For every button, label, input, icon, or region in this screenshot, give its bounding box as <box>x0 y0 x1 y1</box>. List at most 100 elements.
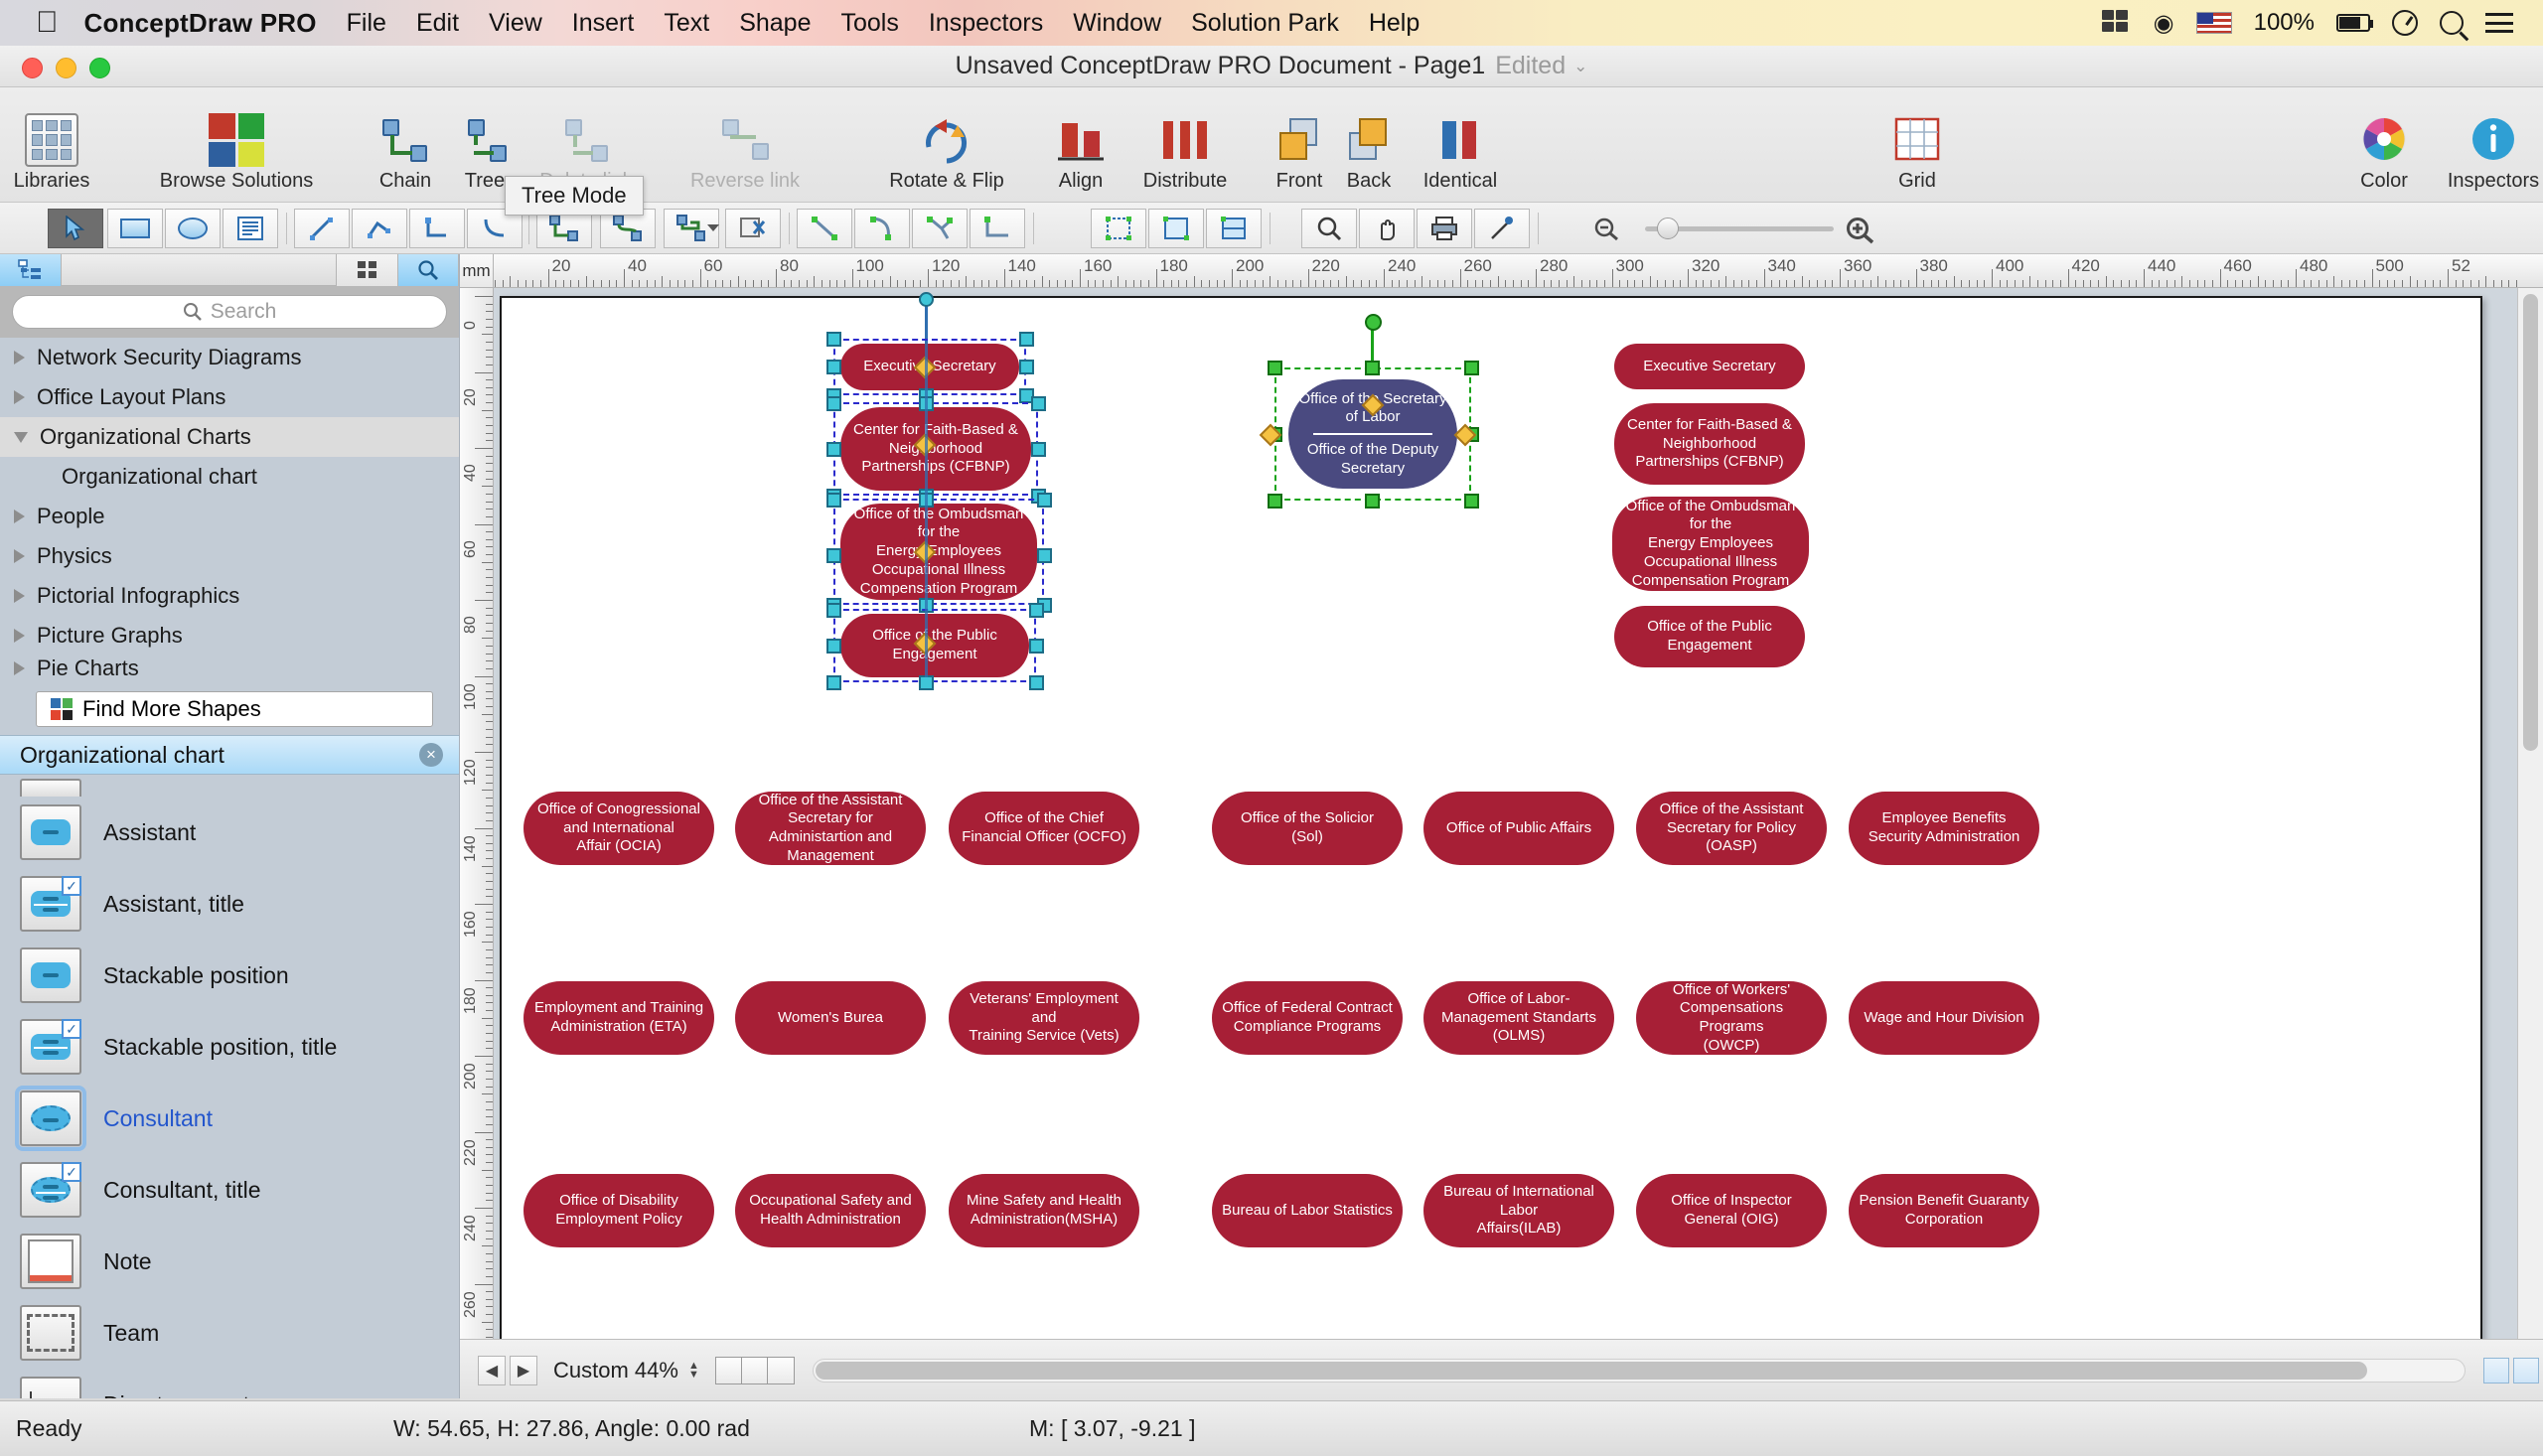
fit-page-button[interactable] <box>2483 1357 2509 1383</box>
org-node-r1-c7[interactable]: Employee Benefits Security Administration <box>1849 792 2039 865</box>
tab-grid-view[interactable] <box>336 254 397 286</box>
app-name-label[interactable]: ConceptDraw PRO <box>84 8 317 39</box>
group-tool-button[interactable] <box>1091 209 1146 248</box>
snap-tool-button[interactable] <box>1206 209 1262 248</box>
tree-item-pictorial-infographics[interactable]: Pictorial Infographics <box>0 576 459 616</box>
list-item-stackable-position[interactable]: Stackable position <box>0 940 459 1011</box>
tree-item-people[interactable]: People <box>0 497 459 536</box>
view-mode-buttons[interactable] <box>714 1356 795 1384</box>
org-node-r3-c2[interactable]: Occupational Safety and Health Administra… <box>735 1174 926 1247</box>
resize-handle-ne[interactable] <box>1037 493 1052 508</box>
resize-handle-e[interactable] <box>1019 360 1034 374</box>
clock-icon[interactable] <box>2392 10 2418 36</box>
pointer-tool-button[interactable] <box>48 209 103 248</box>
org-node-r3-c1[interactable]: Office of Disability Employment Policy <box>524 1174 714 1247</box>
smart-connector-tool-button[interactable] <box>409 209 465 248</box>
vertical-scrollbar[interactable] <box>2517 288 2543 1339</box>
resize-handle-w[interactable] <box>826 360 841 374</box>
tree-item-network-security-diagrams[interactable]: Network Security Diagrams <box>0 338 459 377</box>
next-page-button[interactable]: ▶ <box>510 1355 537 1385</box>
pen-tool-button[interactable] <box>294 209 350 248</box>
resize-handle-e[interactable] <box>1037 548 1052 563</box>
minimize-window-button[interactable] <box>56 58 76 78</box>
hand-tool-button[interactable] <box>1359 209 1415 248</box>
org-node-right-1[interactable]: Executive Secretary <box>1614 344 1805 389</box>
list-item[interactable] <box>0 775 459 797</box>
ribbon-identical-button[interactable]: Identical <box>1381 101 1540 193</box>
list-item-stackable-position-title[interactable]: ✓ Stackable position, title <box>0 1011 459 1083</box>
org-node-r3-c3[interactable]: Mine Safety and Health Administration(MSH… <box>949 1174 1139 1247</box>
menu-item-help[interactable]: Help <box>1369 9 1420 38</box>
wifi-icon[interactable]: ◉ <box>2154 9 2174 38</box>
menu-item-file[interactable]: File <box>347 9 386 38</box>
mission-control-icon[interactable] <box>2101 10 2132 36</box>
horizontal-scroll-thumb[interactable] <box>815 1361 2368 1380</box>
vertical-scroll-thumb[interactable] <box>2523 294 2538 751</box>
org-node-r3-c4[interactable]: Bureau of Labor Statistics <box>1212 1174 1403 1247</box>
org-node-r2-c7[interactable]: Wage and Hour Division <box>1849 981 2039 1055</box>
ribbon-rotate-flip-button[interactable]: Rotate & Flip <box>852 101 1041 193</box>
org-node-r2-c5[interactable]: Office of Labor- Management Standarts (OLM… <box>1423 981 1614 1055</box>
apple-logo-icon[interactable]:  <box>36 8 59 38</box>
maximize-window-button[interactable] <box>89 58 110 78</box>
resize-handle-sw[interactable] <box>826 675 841 690</box>
resize-handle-s[interactable] <box>919 675 934 690</box>
view-mode-2[interactable] <box>741 1357 768 1383</box>
ribbon-grid-button[interactable]: Grid <box>1858 101 1977 193</box>
zoom-stepper[interactable]: ▲ ▼ <box>688 1360 699 1380</box>
resize-handle-nw[interactable] <box>826 603 841 618</box>
zoom-in-icon[interactable] <box>1846 217 1875 249</box>
tree-item-physics[interactable]: Physics <box>0 536 459 576</box>
resize-handle-w[interactable] <box>826 442 841 457</box>
resize-handle-e[interactable] <box>1031 442 1046 457</box>
org-node-r2-c4[interactable]: Office of Federal Contract Compliance Pro… <box>1212 981 1403 1055</box>
shape-library-list[interactable]: Assistant ✓ Assistant, title Stackable p… <box>0 775 459 1398</box>
zoom-slider[interactable] <box>1645 218 1834 239</box>
polyline2-tool-button[interactable] <box>912 209 968 248</box>
ungroup-tool-button[interactable] <box>1148 209 1204 248</box>
canvas-viewport[interactable]: Executive Secretary Center for Faith-Bas… <box>494 288 2517 1339</box>
list-item-team[interactable]: Team <box>0 1297 459 1369</box>
text-tool-button[interactable] <box>223 209 278 248</box>
resize-handle-nw[interactable] <box>826 493 841 508</box>
tree-item-pie-charts[interactable]: Pie Charts <box>0 655 459 681</box>
resize-handle-sw[interactable] <box>1268 494 1282 509</box>
us-flag-icon[interactable] <box>2195 12 2232 34</box>
ribbon-reverse-link-button[interactable]: Reverse link <box>656 101 834 193</box>
chevron-down-icon[interactable]: ⌄ <box>1573 57 1587 76</box>
zoom-in-tool-button[interactable] <box>1301 209 1357 248</box>
tree-item-office-layout-plans[interactable]: Office Layout Plans <box>0 377 459 417</box>
ribbon-libraries-button[interactable]: Libraries <box>0 101 111 193</box>
zoom-out-icon[interactable] <box>1593 217 1621 247</box>
print-tool-button[interactable] <box>1417 209 1472 248</box>
ribbon-browse-solutions-button[interactable]: Browse Solutions <box>137 101 336 193</box>
horizontal-ruler[interactable]: 0204060801001201401601802002202402602803… <box>460 254 2543 288</box>
polyline-tool-button[interactable] <box>352 209 407 248</box>
resize-handle-w[interactable] <box>826 548 841 563</box>
list-item-assistant[interactable]: Assistant <box>0 797 459 868</box>
resize-handle-nw[interactable] <box>1268 361 1282 375</box>
list-item-assistant-title[interactable]: ✓ Assistant, title <box>0 868 459 940</box>
delete-link-tool-button[interactable] <box>725 209 781 248</box>
close-window-button[interactable] <box>22 58 43 78</box>
view-mode-3[interactable] <box>767 1357 794 1383</box>
list-item-direct-connector[interactable]: Direct connector <box>0 1369 459 1398</box>
full-screen-button[interactable] <box>2513 1357 2539 1383</box>
battery-icon[interactable] <box>2336 14 2373 32</box>
tab-search-view[interactable] <box>397 254 459 286</box>
resize-handle-ne[interactable] <box>1019 332 1034 347</box>
center-connector-endpoint-handle[interactable] <box>1365 314 1382 331</box>
library-header[interactable]: Organizational chart × <box>0 735 459 775</box>
horizontal-scrollbar[interactable] <box>812 1358 2466 1383</box>
org-node-right-3[interactable]: Office of the Ombudsman for the Energy Em… <box>1612 497 1809 591</box>
resize-handle-nw[interactable] <box>826 396 841 411</box>
resize-handle-s[interactable] <box>1365 494 1380 509</box>
resize-handle-ne[interactable] <box>1029 603 1044 618</box>
org-node-r1-c2[interactable]: Office of the Assistant Secretary for Admi… <box>735 792 926 865</box>
prev-page-button[interactable]: ◀ <box>478 1355 506 1385</box>
menu-item-tools[interactable]: Tools <box>840 9 898 38</box>
elbow-tool-button[interactable] <box>970 209 1025 248</box>
document-page[interactable]: Executive Secretary Center for Faith-Bas… <box>500 292 2482 1339</box>
org-node-r2-c1[interactable]: Employment and Training Administration (E… <box>524 981 714 1055</box>
tree-item-organizational-chart[interactable]: Organizational chart <box>0 457 459 497</box>
